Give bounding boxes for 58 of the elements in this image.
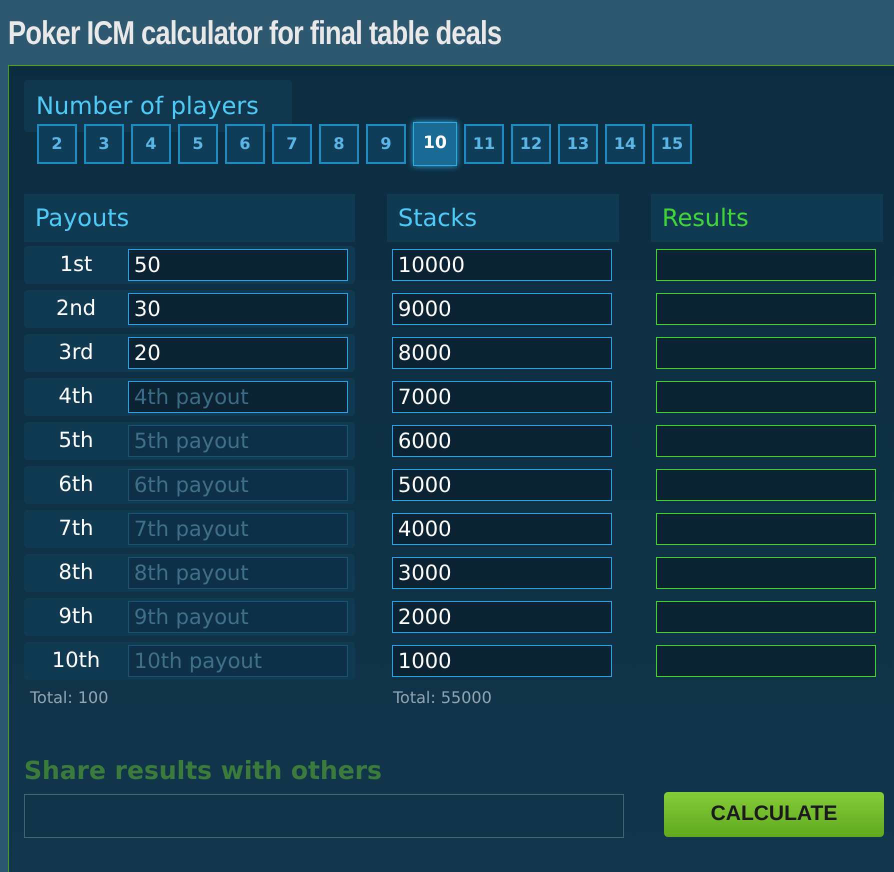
- place-label: 7th: [58, 515, 94, 542]
- player-count-button[interactable]: 4: [131, 124, 171, 164]
- place-label: 2nd: [54, 295, 97, 322]
- place-label: 10th: [50, 647, 102, 674]
- result-field[interactable]: [656, 293, 876, 325]
- player-count-button[interactable]: 11: [464, 124, 504, 164]
- stack-field[interactable]: 5000: [392, 469, 612, 501]
- payout-field[interactable]: 50: [128, 249, 348, 281]
- stack-field[interactable]: 10000: [392, 249, 612, 281]
- player-count-button[interactable]: 13: [558, 124, 598, 164]
- player-count-button[interactable]: 6: [225, 124, 265, 164]
- payout-field[interactable]: 30: [128, 293, 348, 325]
- share-heading: Share results with others: [24, 755, 383, 787]
- player-count-button[interactable]: 10: [413, 122, 457, 166]
- payout-field[interactable]: 20: [128, 337, 348, 369]
- stack-field[interactable]: 1000: [392, 645, 612, 677]
- result-field[interactable]: [656, 337, 876, 369]
- player-count-button[interactable]: 14: [605, 124, 645, 164]
- total-label: Total: 100: [30, 687, 110, 709]
- stack-field[interactable]: 6000: [392, 425, 612, 457]
- player-count-button[interactable]: 5: [178, 124, 218, 164]
- place-label: 8th: [58, 559, 94, 586]
- result-field[interactable]: [656, 601, 876, 633]
- player-count-button[interactable]: 8: [319, 124, 359, 164]
- result-field[interactable]: [656, 645, 876, 677]
- stack-field[interactable]: 7000: [392, 381, 612, 413]
- result-field[interactable]: [656, 469, 876, 501]
- place-label: 9th: [58, 603, 94, 630]
- result-field[interactable]: [656, 513, 876, 545]
- player-count-button[interactable]: 9: [366, 124, 406, 164]
- place-label: 1st: [58, 251, 94, 278]
- player-count-button[interactable]: 3: [84, 124, 124, 164]
- section-heading: Payouts: [35, 203, 130, 234]
- result-field[interactable]: [656, 557, 876, 589]
- place-label: 4th: [58, 383, 94, 410]
- page-title: Poker ICM calculator for final table deals: [8, 12, 502, 53]
- player-count-button[interactable]: 7: [272, 124, 312, 164]
- result-field[interactable]: [656, 249, 876, 281]
- total-label: Total: 55000: [393, 687, 493, 709]
- place-label: 5th: [58, 427, 94, 454]
- payout-field[interactable]: 4th payout: [128, 381, 348, 413]
- player-count-button[interactable]: 12: [511, 124, 551, 164]
- place-label: 6th: [58, 471, 94, 498]
- result-field[interactable]: [656, 425, 876, 457]
- stack-field[interactable]: 8000: [392, 337, 612, 369]
- section-heading: Results: [662, 203, 749, 234]
- place-label: 3rd: [58, 339, 94, 366]
- share-link-field[interactable]: [24, 794, 624, 838]
- section-heading: Stacks: [398, 203, 477, 234]
- stack-field[interactable]: 4000: [392, 513, 612, 545]
- calculate-button[interactable]: CALCULATE: [664, 792, 884, 836]
- stack-field[interactable]: 9000: [392, 293, 612, 325]
- result-field[interactable]: [656, 381, 876, 413]
- stack-field[interactable]: 3000: [392, 557, 612, 589]
- player-count-button[interactable]: 15: [652, 124, 692, 164]
- section-heading: Number of players: [36, 91, 260, 122]
- player-count-button[interactable]: 2: [37, 124, 77, 164]
- stack-field[interactable]: 2000: [392, 601, 612, 633]
